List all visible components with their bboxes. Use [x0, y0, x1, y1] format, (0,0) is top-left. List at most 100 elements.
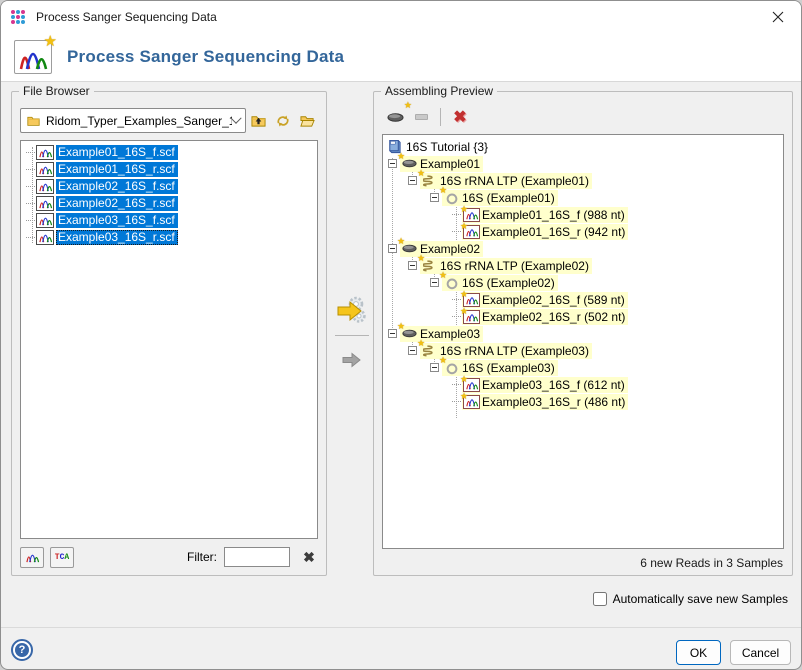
autosave-checkbox[interactable]: [593, 592, 607, 606]
folder-up-icon: [250, 113, 267, 128]
title-bar: Process Sanger Sequencing Data: [1, 1, 801, 33]
filter-input[interactable]: [224, 547, 290, 567]
locus-ring-icon: [443, 275, 460, 290]
folder-up-button[interactable]: [246, 109, 271, 133]
dialog-header: Process Sanger Sequencing Data: [1, 33, 801, 82]
locus-node[interactable]: 16S (Example03): [430, 359, 783, 376]
locus-node[interactable]: 16S (Example01): [430, 189, 783, 206]
task-template-node[interactable]: 16S rRNA LTP (Example03): [408, 342, 783, 359]
sample-block: Example02 16S rRNA LTP (Example02) 16S (…: [386, 240, 783, 325]
help-button[interactable]: ?: [11, 639, 33, 661]
task-template-node[interactable]: 16S rRNA LTP (Example02): [408, 257, 783, 274]
help-icon: ?: [15, 643, 29, 657]
read-node[interactable]: Example01_16S_r (942 nt): [452, 223, 783, 240]
read-node[interactable]: Example02_16S_f (589 nt): [452, 291, 783, 308]
assembling-preview-panel: Assembling Preview: [373, 91, 793, 576]
folder-open-icon: [299, 113, 316, 128]
collapse-toggle[interactable]: [430, 193, 439, 202]
clear-filter-button[interactable]: [300, 548, 318, 566]
refresh-button[interactable]: [271, 109, 296, 133]
locus-ring-icon: [443, 190, 460, 205]
sample-icon: [386, 109, 405, 126]
collapse-toggle[interactable]: [388, 329, 397, 338]
chromatogram-file-icon: [36, 196, 54, 211]
collapse-toggle[interactable]: [430, 278, 439, 287]
close-button[interactable]: [755, 1, 801, 33]
read-icon: [463, 378, 480, 392]
task-template-node[interactable]: 16S rRNA LTP (Example01): [408, 172, 783, 189]
app-logo-icon: [11, 10, 27, 24]
open-folder-button[interactable]: [295, 109, 320, 133]
file-row[interactable]: Example03_16S_f.scf: [21, 212, 317, 229]
file-browser-label: File Browser: [19, 84, 94, 98]
window-title: Process Sanger Sequencing Data: [36, 10, 217, 24]
collapse-toggle[interactable]: [408, 261, 417, 270]
read-icon: [463, 208, 480, 222]
sample-icon: [401, 156, 418, 171]
collapse-toggle[interactable]: [408, 346, 417, 355]
sample-node[interactable]: Example01: [386, 155, 783, 172]
task-template-icon: [421, 258, 438, 273]
file-row[interactable]: Example01_16S_r.scf: [21, 161, 317, 178]
move-files-button[interactable]: [333, 342, 371, 378]
chromatogram-file-icon: [36, 179, 54, 194]
read-icon: [463, 395, 480, 409]
sample-block: Example03 16S rRNA LTP (Example03) 16S (…: [386, 325, 783, 410]
process-arrow-gears-icon: [335, 294, 369, 328]
assembly-tree[interactable]: 16S Tutorial {3} Example01 16S rRNA LTP …: [382, 134, 784, 549]
ok-button[interactable]: OK: [676, 640, 721, 665]
read-node[interactable]: Example01_16S_f (988 nt): [452, 206, 783, 223]
locus-ring-icon: [443, 360, 460, 375]
directory-path: Ridom_Typer_Examples_Sanger_16S/: [46, 114, 232, 128]
file-row[interactable]: Example01_16S_f.scf: [21, 144, 317, 161]
chromatogram-file-icon: [36, 213, 54, 228]
folder-icon: [26, 114, 41, 127]
file-row[interactable]: Example02_16S_r.scf: [21, 195, 317, 212]
file-row[interactable]: Example02_16S_f.scf: [21, 178, 317, 195]
autosave-label: Automatically save new Samples: [613, 592, 788, 606]
collapse-toggle[interactable]: [430, 363, 439, 372]
toolbar-separator: [440, 108, 441, 126]
minus-icon: [415, 114, 428, 120]
trace-view-toggle[interactable]: [20, 547, 44, 568]
filter-label: Filter:: [187, 550, 217, 564]
close-icon: [772, 11, 784, 23]
sample-node[interactable]: Example02: [386, 240, 783, 257]
tca-icon: TCA: [55, 553, 69, 562]
sequence-text-toggle[interactable]: TCA: [50, 547, 74, 568]
refresh-icon: [275, 113, 291, 129]
process-files-button[interactable]: [333, 293, 371, 329]
tree-guide-line: [32, 147, 33, 243]
delete-button[interactable]: [447, 105, 473, 129]
task-template-icon: [421, 173, 438, 188]
sample-icon: [401, 326, 418, 341]
add-sample-button[interactable]: [382, 105, 408, 129]
read-icon: [463, 293, 480, 307]
read-icon: [463, 310, 480, 324]
autosave-option[interactable]: Automatically save new Samples: [593, 592, 788, 606]
file-row[interactable]: Example03_16S_r.scf: [21, 229, 317, 246]
read-node[interactable]: Example02_16S_r (502 nt): [452, 308, 783, 325]
locus-node[interactable]: 16S (Example02): [430, 274, 783, 291]
chromatogram-icon: [25, 551, 40, 564]
remove-button[interactable]: [408, 105, 434, 129]
sample-node[interactable]: Example03: [386, 325, 783, 342]
file-list[interactable]: Example01_16S_f.scf Example01_16S_r.scf …: [20, 140, 318, 539]
process-sanger-dialog: Process Sanger Sequencing Data Process S…: [0, 0, 802, 670]
page-title: Process Sanger Sequencing Data: [67, 47, 344, 67]
read-node[interactable]: Example03_16S_r (486 nt): [452, 393, 783, 410]
cancel-button[interactable]: Cancel: [730, 640, 791, 665]
assembling-preview-label: Assembling Preview: [381, 84, 497, 98]
collapse-toggle[interactable]: [408, 176, 417, 185]
sample-block: Example01 16S rRNA LTP (Example01) 16S (…: [386, 155, 783, 240]
read-node[interactable]: Example03_16S_f (612 nt): [452, 376, 783, 393]
collapse-toggle[interactable]: [388, 159, 397, 168]
file-browser-panel: File Browser Ridom_Typer_Examples_Sanger…: [11, 91, 327, 576]
footer-divider: [1, 627, 801, 628]
chromatogram-file-icon: [36, 230, 54, 245]
directory-combobox[interactable]: Ridom_Typer_Examples_Sanger_16S/: [20, 108, 246, 133]
project-node[interactable]: 16S Tutorial {3}: [386, 138, 783, 155]
chromatogram-star-icon: [14, 40, 52, 74]
read-icon: [463, 225, 480, 239]
collapse-toggle[interactable]: [388, 244, 397, 253]
